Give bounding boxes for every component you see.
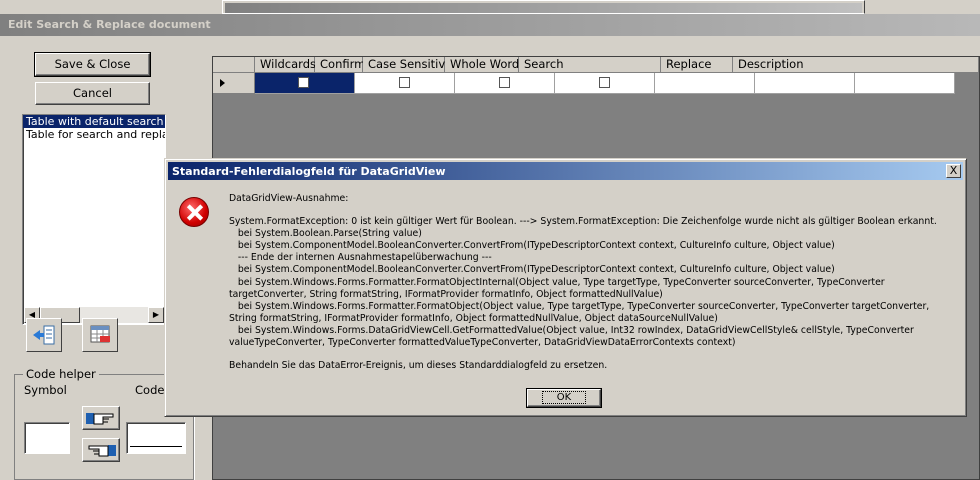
- error-dialog: Standard-Fehlerdialogfeld für DataGridVi…: [164, 158, 967, 417]
- background-window: [222, 0, 865, 14]
- column-header-search[interactable]: Search: [519, 57, 661, 73]
- list-item[interactable]: Table with default search and: [23, 115, 165, 128]
- list-item[interactable]: Table for search and replace: [23, 128, 165, 141]
- case-sensitive-checkbox[interactable]: [499, 77, 510, 88]
- scroll-right-icon[interactable]: ▶: [148, 307, 164, 323]
- symbol-field[interactable]: [24, 422, 70, 454]
- table-edit-icon: [90, 325, 110, 343]
- main-window-title: Edit Search & Replace document: [0, 14, 980, 36]
- code-field-underline: [130, 446, 182, 447]
- error-dialog-titlebar: Standard-Fehlerdialogfeld für DataGridVi…: [168, 162, 963, 180]
- error-dialog-title: Standard-Fehlerdialogfeld für DataGridVi…: [172, 165, 446, 178]
- cell-replace[interactable]: [755, 73, 855, 94]
- to-code-button[interactable]: [82, 406, 120, 430]
- close-icon: X: [949, 164, 958, 177]
- cell-whole-word[interactable]: [555, 73, 655, 94]
- cell-confirm[interactable]: [355, 73, 455, 94]
- hand-left-icon: [88, 445, 116, 457]
- tables-listbox[interactable]: Table with default search and Table for …: [22, 114, 166, 325]
- save-close-button[interactable]: Save & Close: [34, 52, 151, 77]
- import-icon: [33, 325, 55, 345]
- code-label: Code: [135, 383, 165, 397]
- ok-button[interactable]: OK: [526, 388, 602, 408]
- column-header-whole-word[interactable]: Whole Word: [445, 57, 519, 73]
- column-header-description[interactable]: Description: [733, 57, 979, 73]
- ok-button-label: OK: [541, 391, 587, 404]
- cell-wildcards[interactable]: [255, 73, 355, 94]
- hand-right-icon: [86, 413, 114, 425]
- to-symbol-button[interactable]: [82, 438, 120, 462]
- cell-case-sensitive[interactable]: [455, 73, 555, 94]
- close-button[interactable]: X: [946, 164, 961, 178]
- background-window-titlebar: [225, 3, 862, 13]
- code-field[interactable]: [126, 422, 186, 454]
- error-footer: Behandeln Sie das DataError-Ereignis, um…: [229, 360, 608, 372]
- error-heading: DataGridView-Ausnahme:: [229, 193, 349, 204]
- cell-description[interactable]: [855, 73, 955, 94]
- error-icon: [179, 197, 209, 227]
- row-header-corner: [213, 57, 255, 73]
- column-header-replace[interactable]: Replace: [661, 57, 733, 73]
- code-helper-legend: Code helper: [23, 367, 99, 381]
- error-message: DataGridView-Ausnahme: System.FormatExce…: [229, 193, 955, 372]
- row-header[interactable]: [213, 73, 255, 94]
- current-row-arrow-icon: [220, 79, 225, 87]
- cancel-button[interactable]: Cancel: [35, 82, 150, 105]
- whole-word-checkbox[interactable]: [599, 77, 610, 88]
- confirm-checkbox[interactable]: [399, 77, 410, 88]
- table-edit-button[interactable]: [82, 318, 118, 352]
- wildcards-checkbox[interactable]: [298, 77, 309, 88]
- cell-search[interactable]: [655, 73, 755, 94]
- symbol-label: Symbol: [24, 383, 67, 397]
- column-header-wildcards[interactable]: Wildcards: [255, 57, 316, 73]
- column-header-confirm[interactable]: Confirm: [315, 57, 365, 73]
- column-header-case-sensitive[interactable]: Case Sensitive: [363, 57, 452, 73]
- import-button[interactable]: [26, 318, 62, 352]
- error-stack-trace: System.FormatException: 0 ist kein gülti…: [229, 216, 937, 349]
